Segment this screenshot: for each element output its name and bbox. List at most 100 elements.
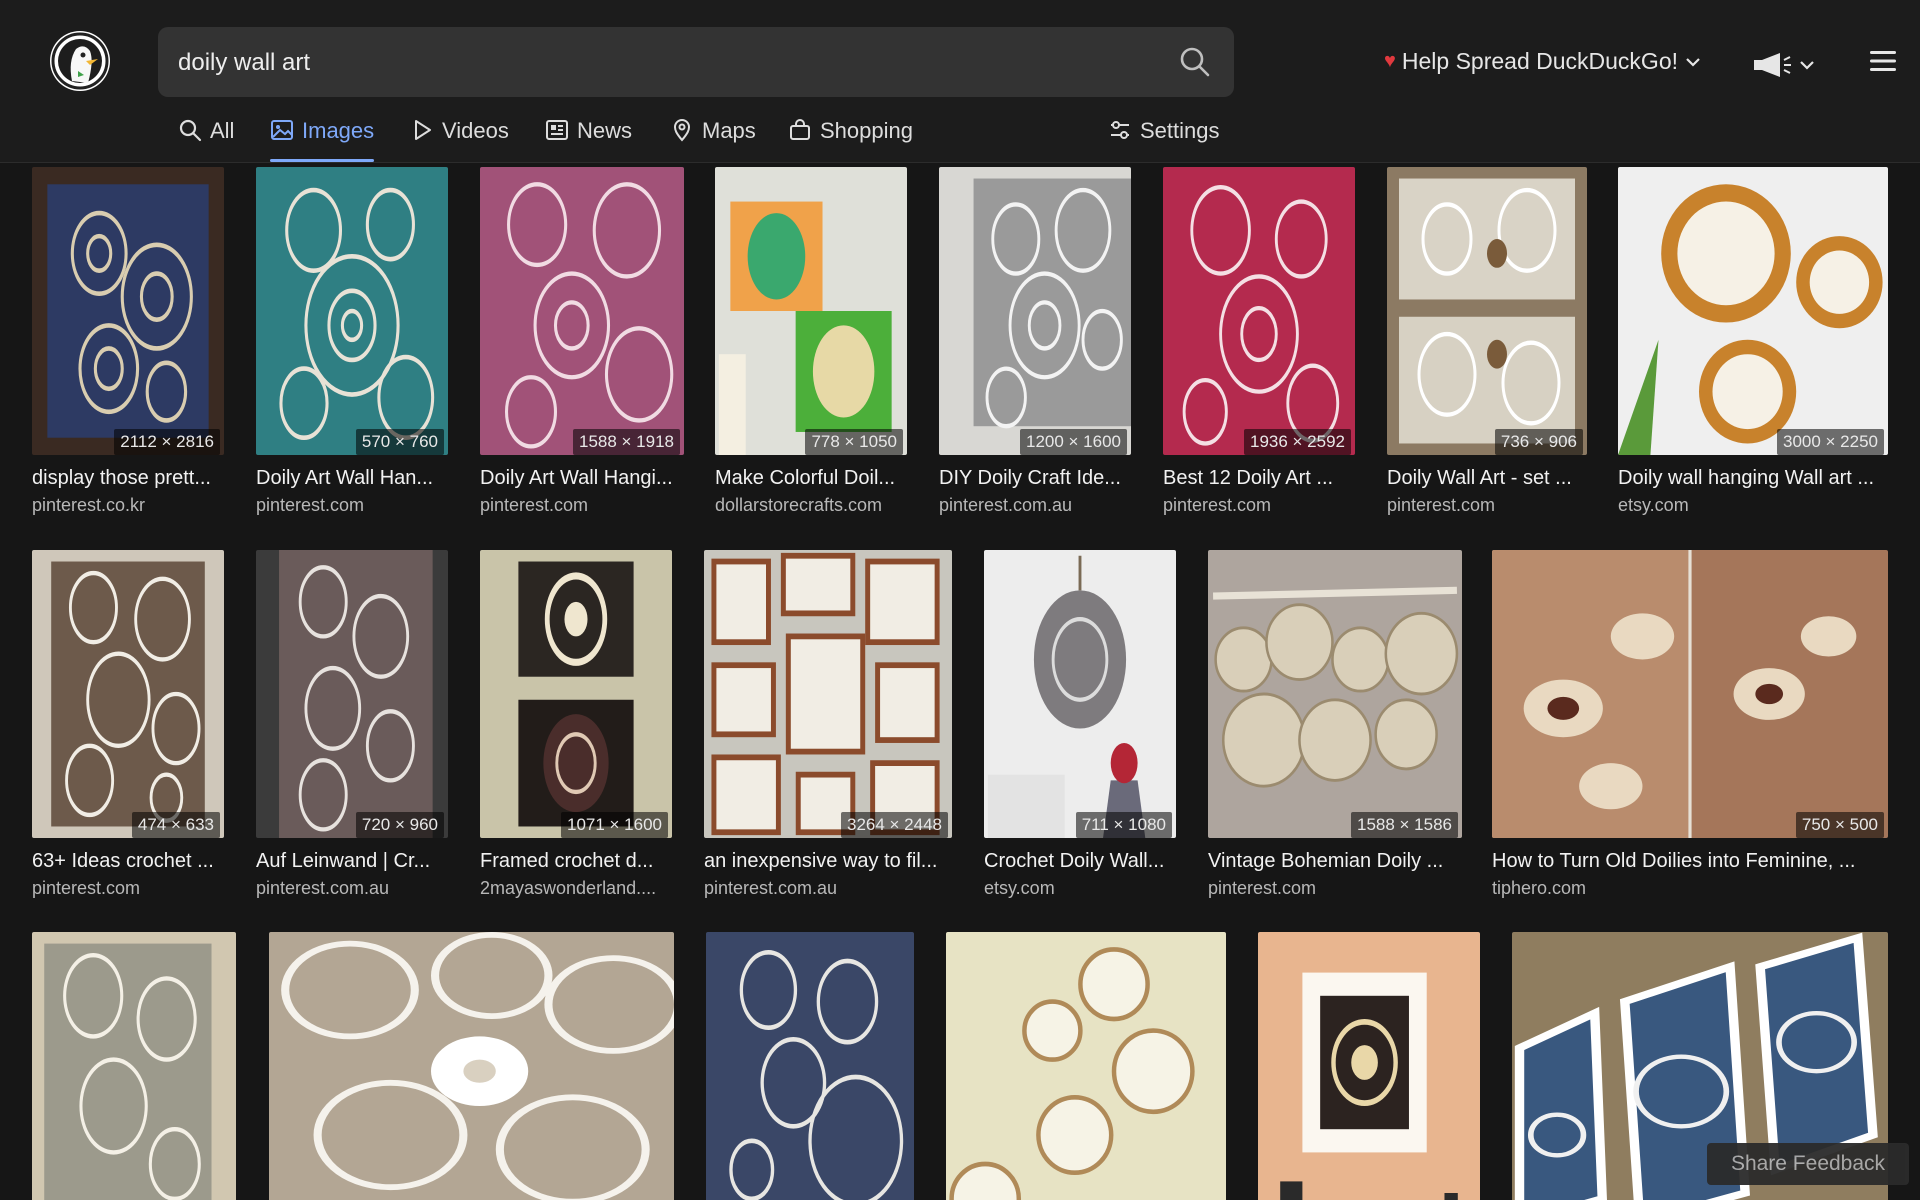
result-thumbnail[interactable]	[1208, 550, 1462, 838]
image-result[interactable]	[269, 932, 674, 1200]
result-thumbnail[interactable]	[480, 167, 684, 455]
chevron-down-icon	[1686, 57, 1700, 67]
result-source[interactable]: pinterest.com.au	[256, 878, 448, 899]
image-result[interactable]: 570 × 760 Doily Art Wall Han... pinteres…	[256, 167, 448, 527]
image-result[interactable]: 1071 × 1600 Framed crochet d... 2mayaswo…	[480, 550, 672, 910]
result-source[interactable]: pinterest.com	[1208, 878, 1462, 899]
image-result[interactable]: 736 × 906 Doily Wall Art - set ... pinte…	[1387, 167, 1587, 527]
result-source[interactable]: pinterest.com.au	[939, 495, 1131, 516]
tab-all[interactable]: All	[178, 118, 234, 162]
result-title[interactable]: 63+ Ideas crochet ...	[32, 850, 224, 873]
image-result[interactable]: 711 × 1080 Crochet Doily Wall... etsy.co…	[984, 550, 1176, 910]
shopping-bag-icon	[790, 119, 810, 140]
hamburger-menu-icon[interactable]	[1870, 50, 1896, 72]
image-result[interactable]: 474 × 633 63+ Ideas crochet ... pinteres…	[32, 550, 224, 910]
result-title[interactable]: Crochet Doily Wall...	[984, 850, 1176, 873]
doily-image	[704, 550, 952, 838]
result-thumbnail[interactable]	[1492, 550, 1888, 838]
result-thumbnail[interactable]	[715, 167, 907, 455]
result-source[interactable]: pinterest.com	[256, 495, 448, 516]
result-thumbnail[interactable]	[32, 932, 236, 1200]
image-dimensions: 1200 × 1600	[1019, 429, 1127, 455]
result-thumbnail[interactable]	[939, 167, 1131, 455]
image-result[interactable]: 1588 × 1918 Doily Art Wall Hangi... pint…	[480, 167, 684, 527]
result-source[interactable]: pinterest.com.au	[704, 878, 952, 899]
result-source[interactable]: pinterest.com	[32, 878, 224, 899]
image-result[interactable]: 1200 × 1600 DIY Doily Craft Ide... pinte…	[939, 167, 1131, 527]
image-result[interactable]	[946, 932, 1226, 1200]
image-result[interactable]: 1936 × 2592 Best 12 Doily Art ... pinter…	[1163, 167, 1355, 527]
doily-image	[256, 167, 448, 455]
result-thumbnail[interactable]	[269, 932, 674, 1200]
result-title[interactable]: Best 12 Doily Art ...	[1163, 467, 1355, 490]
image-dimensions: 1936 × 2592	[1243, 429, 1351, 455]
image-dimensions: 570 × 760	[355, 429, 444, 455]
result-title[interactable]: Framed crochet d...	[480, 850, 672, 873]
image-result[interactable]: 3264 × 2448 an inexpensive way to fil...…	[704, 550, 952, 910]
result-thumbnail[interactable]	[1618, 167, 1888, 455]
result-thumbnail[interactable]	[1163, 167, 1355, 455]
result-title[interactable]: display those prett...	[32, 467, 224, 490]
tab-maps[interactable]: Maps	[670, 118, 756, 162]
result-thumbnail[interactable]	[704, 550, 952, 838]
duckduckgo-logo[interactable]	[50, 31, 110, 91]
help-spread-dropdown[interactable]: ♥ Help Spread DuckDuckGo!	[1384, 48, 1700, 75]
result-thumbnail[interactable]	[256, 550, 448, 838]
search-input[interactable]	[176, 27, 1140, 99]
result-source[interactable]: dollarstorecrafts.com	[715, 495, 907, 516]
announcements-dropdown[interactable]	[1752, 52, 1814, 78]
image-dimensions: 1071 × 1600	[560, 812, 668, 838]
search-icon[interactable]	[1178, 45, 1212, 79]
image-result[interactable]: 2112 × 2816 display those prett... pinte…	[32, 167, 224, 527]
result-title[interactable]: Make Colorful Doil...	[715, 467, 907, 490]
doily-image	[1492, 550, 1888, 838]
result-title[interactable]: Vintage Bohemian Doily ...	[1208, 850, 1462, 873]
result-thumbnail[interactable]	[1258, 932, 1480, 1200]
share-feedback-button[interactable]: Share Feedback	[1707, 1143, 1909, 1185]
result-title[interactable]: Doily Art Wall Han...	[256, 467, 448, 490]
image-dimensions: 778 × 1050	[805, 429, 903, 455]
image-result[interactable]: 778 × 1050 Make Colorful Doil... dollars…	[715, 167, 907, 527]
result-thumbnail[interactable]	[706, 932, 914, 1200]
tab-settings[interactable]: Settings	[1108, 118, 1220, 162]
result-source[interactable]: pinterest.com	[1163, 495, 1355, 516]
tab-shopping[interactable]: Shopping	[788, 118, 913, 162]
image-result[interactable]	[32, 932, 236, 1200]
result-thumbnail[interactable]	[480, 550, 672, 838]
search-bar[interactable]	[158, 27, 1234, 99]
result-source[interactable]: pinterest.co.kr	[32, 495, 224, 516]
tab-news[interactable]: News	[545, 118, 632, 162]
image-result[interactable]	[706, 932, 914, 1200]
result-thumbnail[interactable]	[32, 167, 224, 455]
result-source[interactable]: 2mayaswonderland....	[480, 878, 672, 899]
result-title[interactable]: Auf Leinwand | Cr...	[256, 850, 448, 873]
result-thumbnail[interactable]	[256, 167, 448, 455]
tab-label: Videos	[442, 118, 509, 143]
result-source[interactable]: etsy.com	[984, 878, 1176, 899]
result-thumbnail[interactable]	[946, 932, 1226, 1200]
result-title[interactable]: Doily Art Wall Hangi...	[480, 467, 684, 490]
result-source[interactable]: pinterest.com	[480, 495, 684, 516]
image-dimensions: 1588 × 1918	[572, 429, 680, 455]
result-thumbnail[interactable]	[984, 550, 1176, 838]
image-result[interactable]	[1258, 932, 1480, 1200]
tab-videos[interactable]: Videos	[410, 118, 509, 162]
result-source[interactable]: tiphero.com	[1492, 878, 1888, 899]
image-result[interactable]: 1588 × 1586 Vintage Bohemian Doily ... p…	[1208, 550, 1462, 910]
result-title[interactable]: Doily wall hanging Wall art ...	[1618, 467, 1888, 490]
image-result[interactable]: 750 × 500 How to Turn Old Doilies into F…	[1492, 550, 1888, 910]
result-title[interactable]: an inexpensive way to fil...	[704, 850, 952, 873]
doily-image	[939, 167, 1131, 455]
result-title[interactable]: DIY Doily Craft Ide...	[939, 467, 1131, 490]
result-title[interactable]: Doily Wall Art - set ...	[1387, 467, 1587, 490]
result-source[interactable]: etsy.com	[1618, 495, 1888, 516]
result-thumbnail[interactable]	[1387, 167, 1587, 455]
result-source[interactable]: pinterest.com	[1387, 495, 1587, 516]
image-result[interactable]: 3000 × 2250 Doily wall hanging Wall art …	[1618, 167, 1888, 527]
news-icon	[546, 120, 568, 140]
image-result[interactable]: 720 × 960 Auf Leinwand | Cr... pinterest…	[256, 550, 448, 910]
tab-images[interactable]: Images	[270, 118, 375, 162]
result-title[interactable]: How to Turn Old Doilies into Feminine, .…	[1492, 850, 1888, 873]
image-dimensions: 720 × 960	[355, 812, 444, 838]
result-thumbnail[interactable]	[32, 550, 224, 838]
